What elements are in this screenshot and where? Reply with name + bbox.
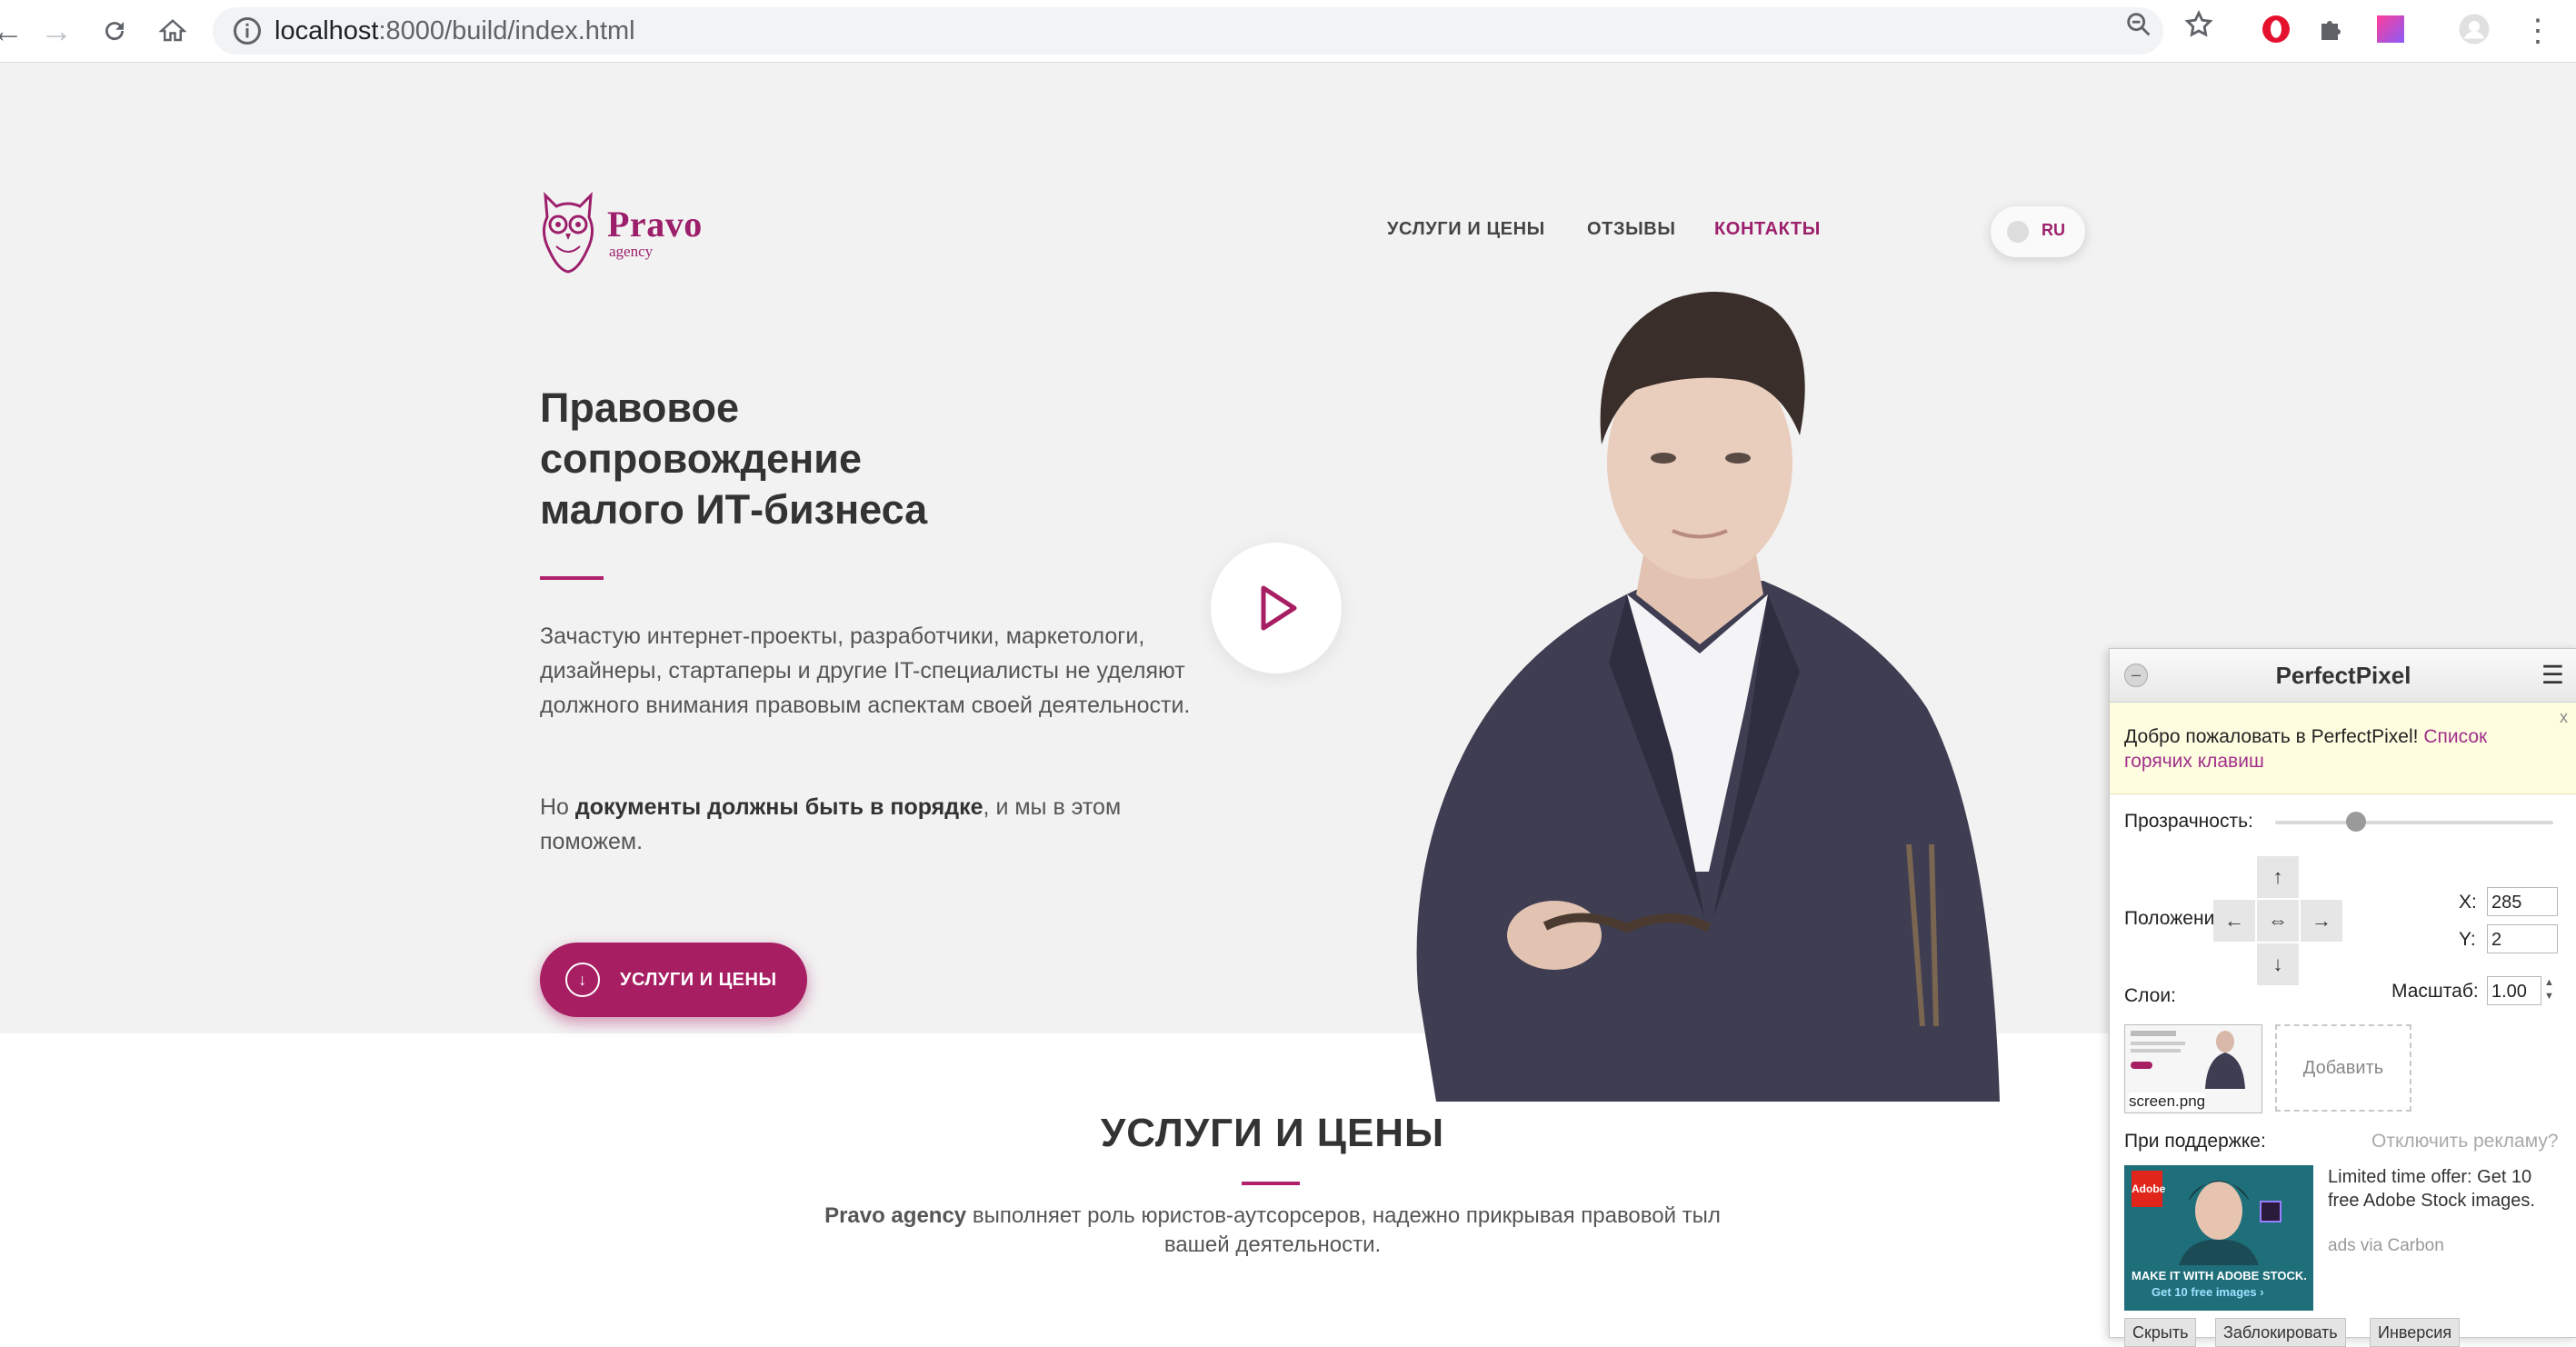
services-cta-button[interactable]: ↓ УСЛУГИ И ЦЕНЫ xyxy=(540,943,807,1017)
play-icon xyxy=(1261,585,1297,631)
headline-line: сопровождение xyxy=(540,435,863,482)
ad-portrait-image xyxy=(2179,1181,2281,1265)
layer-preview-image xyxy=(2131,1031,2245,1089)
headline-line: Правовое xyxy=(540,384,740,431)
panel-title: PerfectPixel xyxy=(2275,662,2411,689)
paragraph-text: Но xyxy=(540,794,575,820)
hide-button[interactable]: Скрыть xyxy=(2124,1318,2197,1347)
section-subtitle: Pravo agency выполняет роль юристов-аутс… xyxy=(818,1202,1727,1260)
url-path: :8000/build/index.html xyxy=(378,16,635,45)
y-coordinate-input[interactable]: 2 xyxy=(2487,924,2558,953)
section-subtitle-text: выполняет роль юристов-аутсорсеров, наде… xyxy=(966,1203,1721,1257)
invert-button[interactable]: Инверсия xyxy=(2370,1318,2461,1347)
toggle-knob xyxy=(2007,221,2029,243)
paragraph-emphasis: документы должны быть в порядке xyxy=(574,794,983,820)
x-label: X: xyxy=(2459,892,2477,913)
bookmark-star-icon[interactable] xyxy=(2183,9,2214,40)
move-horizontal-icon[interactable]: ⇔ xyxy=(2257,900,2299,942)
layer-thumbnail[interactable]: screen.png xyxy=(2124,1024,2262,1113)
profile-avatar-icon[interactable] xyxy=(2458,13,2491,45)
move-left-icon[interactable]: ← xyxy=(2213,900,2255,942)
scale-stepper-icon[interactable]: ▲ ▼ xyxy=(2544,976,2554,1003)
ad-text[interactable]: Limited time offer: Get 10 free Adobe St… xyxy=(2328,1165,2564,1212)
panel-header[interactable]: – PerfectPixel ☰ xyxy=(2110,649,2576,703)
move-right-icon[interactable]: → xyxy=(2301,900,2342,942)
perfectpixel-panel: – PerfectPixel ☰ Добро пожаловать в Perf… xyxy=(2109,648,2576,1347)
forward-icon[interactable]: → xyxy=(33,7,80,55)
logo-sub-text: agency xyxy=(609,243,654,260)
home-icon[interactable] xyxy=(149,7,196,55)
welcome-message: Добро пожаловать в PerfectPixel! xyxy=(2124,726,2419,747)
scale-label: Масштаб: xyxy=(2391,981,2479,1002)
language-label: RU xyxy=(2042,221,2065,239)
lock-button[interactable]: Заблокировать xyxy=(2215,1318,2346,1347)
close-banner-icon[interactable]: x xyxy=(2560,708,2568,727)
move-down-icon[interactable]: ↓ xyxy=(2257,943,2299,985)
ad-image[interactable]: Adobe MAKE IT WITH ADOBE STOCK. Get 10 f… xyxy=(2124,1165,2313,1311)
layer-name: screen.png xyxy=(2129,1093,2206,1111)
move-up-icon[interactable]: ↑ xyxy=(2257,856,2299,898)
url-text: localhost:8000/build/index.html xyxy=(275,7,635,55)
logo-brand-text: Pravo xyxy=(607,204,703,244)
hero-paragraph: Зачастую интернет-проекты, разработчики,… xyxy=(540,624,1191,718)
opacity-label: Прозрачность: xyxy=(2124,811,2253,832)
nav-item-services[interactable]: УСЛУГИ И ЦЕНЫ xyxy=(1387,219,1545,240)
scale-input[interactable]: 1.00 xyxy=(2487,976,2541,1005)
x-coordinate-input[interactable]: 285 xyxy=(2487,887,2558,916)
zoom-icon[interactable] xyxy=(2123,9,2154,40)
welcome-banner: Добро пожаловать в PerfectPixel! Список … xyxy=(2110,703,2576,794)
disable-ads-link[interactable]: Отключить рекламу? xyxy=(2371,1131,2559,1152)
arrow-down-circle-icon: ↓ xyxy=(565,963,600,997)
support-label: При поддержке: xyxy=(2124,1131,2266,1152)
back-icon[interactable]: ← xyxy=(0,7,31,55)
url-host: localhost xyxy=(275,16,379,45)
cta-label: УСЛУГИ И ЦЕНЫ xyxy=(620,970,777,990)
language-toggle[interactable]: RU xyxy=(1991,206,2085,257)
address-bar[interactable]: localhost:8000/build/index.html xyxy=(213,7,2163,55)
nav-item-reviews[interactable]: ОТЗЫВЫ xyxy=(1587,219,1676,240)
hero-paragraph-cta-text: Но документы должны быть в порядке, и мы… xyxy=(540,790,1203,859)
welcome-text: Добро пожаловать в PerfectPixel! Список … xyxy=(2124,724,2551,773)
browser-menu-icon[interactable]: ⋮ xyxy=(2514,7,2561,55)
ad-caption: MAKE IT WITH ADOBE STOCK. xyxy=(2132,1269,2307,1282)
opera-extension-icon[interactable] xyxy=(2260,13,2292,45)
reload-icon[interactable] xyxy=(91,7,138,55)
nav-item-contacts[interactable]: КОНТАКТЫ xyxy=(1714,219,1821,240)
perfectpixel-extension-icon[interactable] xyxy=(2374,13,2407,45)
opacity-slider-knob[interactable] xyxy=(2345,812,2366,832)
hero-headline: Правовое сопровождение малого ИТ-бизнеса xyxy=(540,383,1176,535)
headline-line: малого ИТ-бизнеса xyxy=(540,486,928,533)
y-label: Y: xyxy=(2459,929,2476,950)
hero-person-image xyxy=(1416,292,2000,1102)
owl-logo-icon xyxy=(543,192,594,274)
headline-divider xyxy=(540,576,604,580)
info-icon[interactable] xyxy=(231,15,264,47)
opacity-slider-track[interactable] xyxy=(2275,821,2553,824)
layers-label: Слои: xyxy=(2124,985,2176,1006)
ad-caption-link: Get 10 free images › xyxy=(2152,1285,2264,1299)
video-play-button[interactable] xyxy=(1211,543,1342,674)
hamburger-menu-icon[interactable]: ☰ xyxy=(2541,660,2564,690)
browser-toolbar: ← → localhost:8000/build/index.html ⋮ xyxy=(0,0,2576,63)
section-subtitle-brand: Pravo agency xyxy=(824,1203,967,1228)
extensions-puzzle-icon[interactable] xyxy=(2316,13,2349,45)
section-divider xyxy=(1242,1182,1300,1185)
ad-attribution[interactable]: ads via Carbon xyxy=(2328,1236,2444,1256)
add-layer-button[interactable]: Добавить xyxy=(2275,1024,2411,1112)
